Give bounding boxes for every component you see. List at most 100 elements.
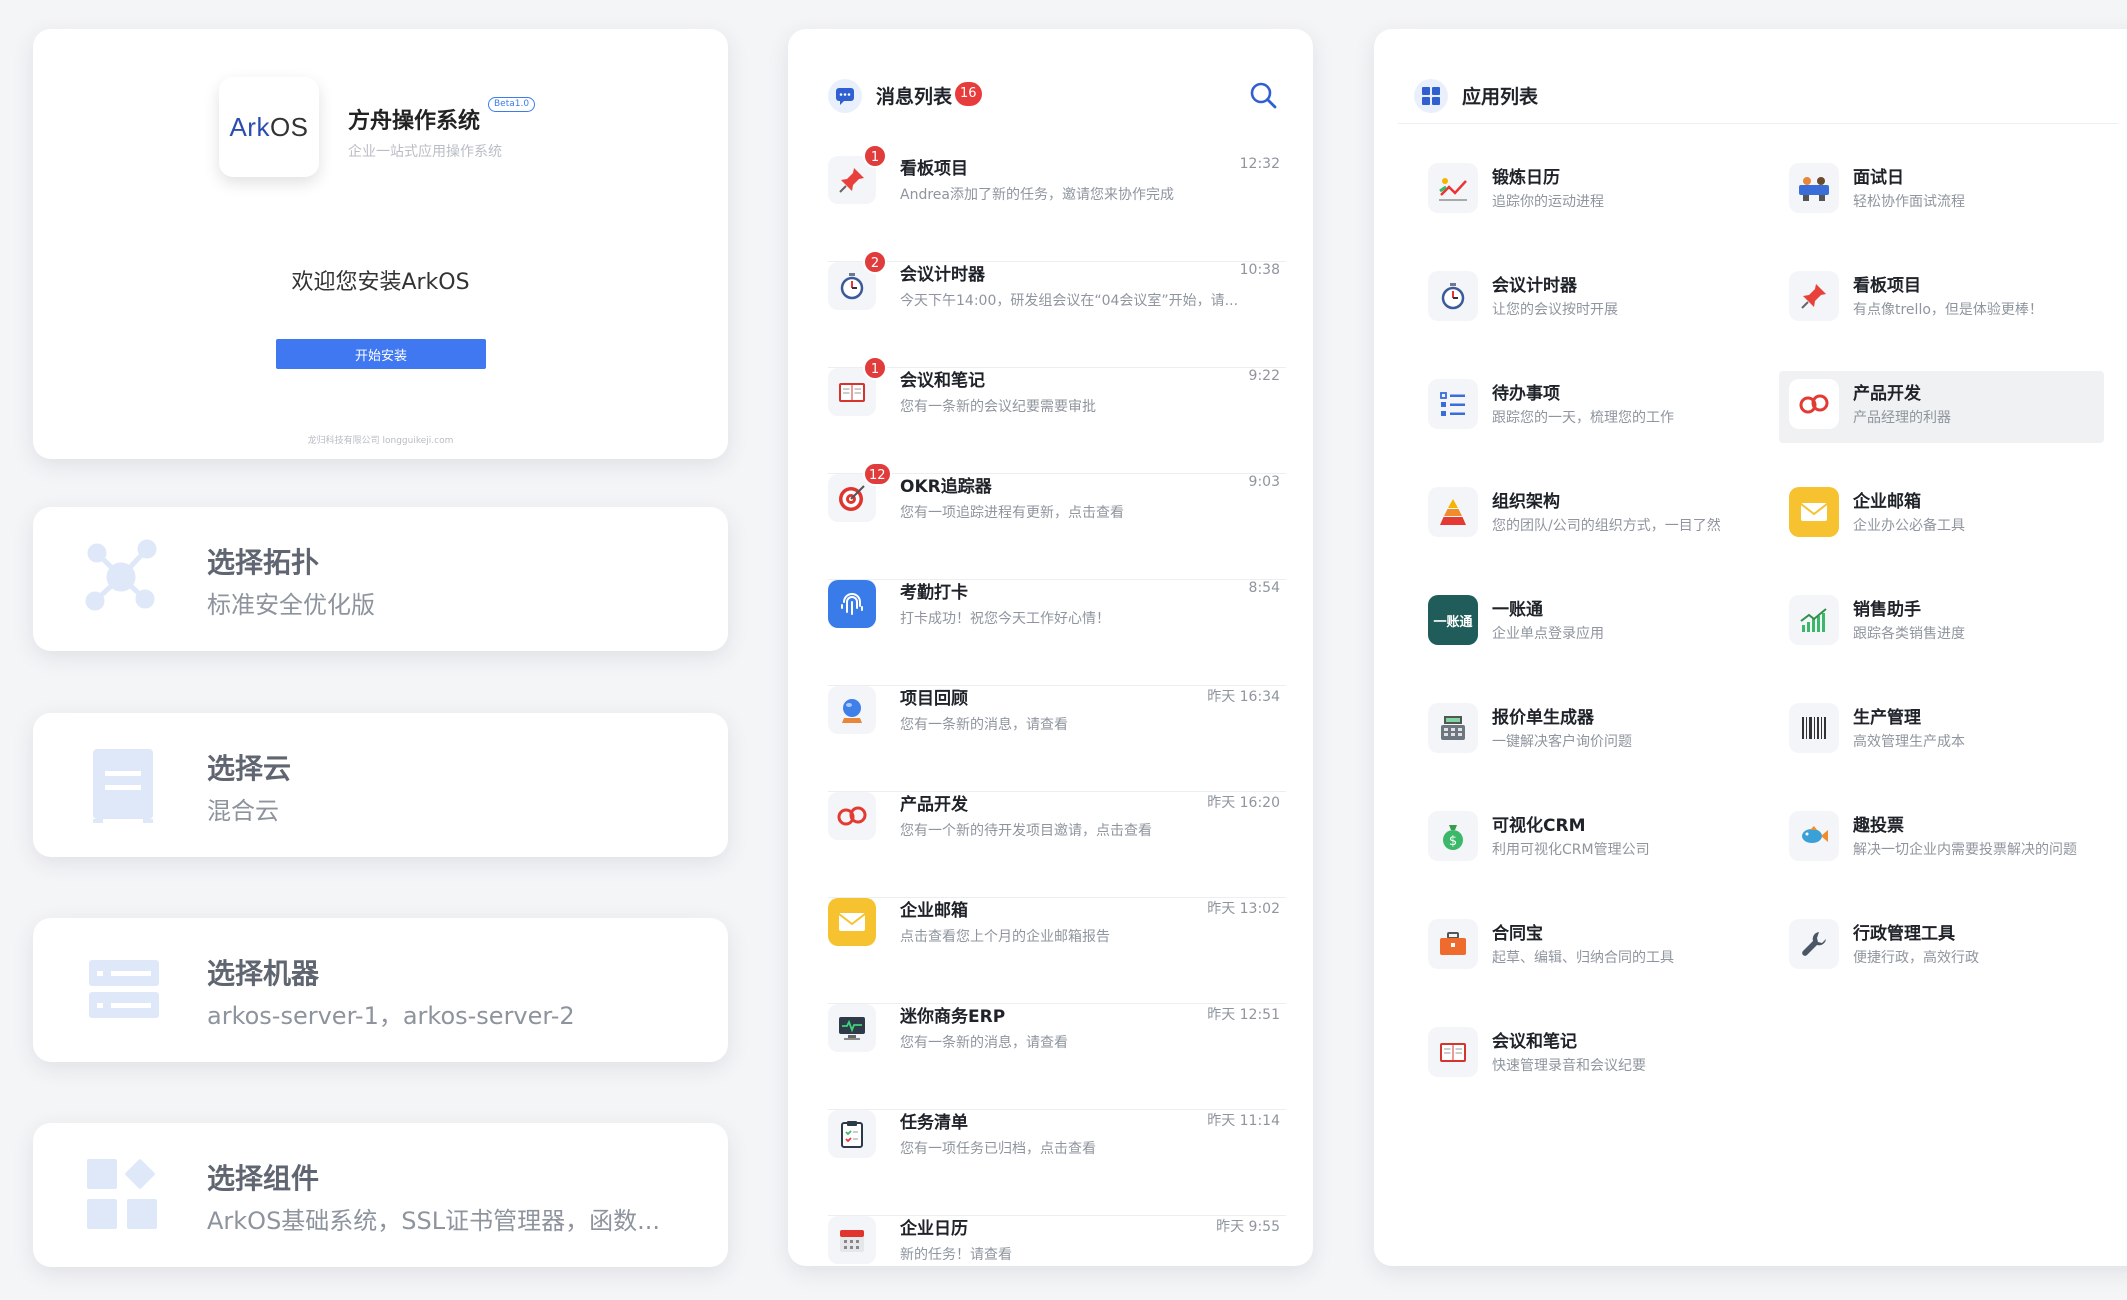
app-desc: 利用可视化CRM管理公司 xyxy=(1492,842,1650,858)
app-item[interactable]: 合同宝 起草、编辑、归纳合同的工具 xyxy=(1418,911,1743,983)
app-desc: 快速管理录音和会议纪要 xyxy=(1492,1058,1646,1074)
calendar-icon xyxy=(828,1216,876,1264)
app-name: 方舟操作系统 xyxy=(348,109,481,134)
app-item[interactable]: 看板项目 有点像trello，但是体验更棒！ xyxy=(1779,263,2104,335)
app-title: 面试日 xyxy=(1853,168,1904,188)
stopwatch-icon xyxy=(1428,271,1478,321)
logo-os-text: OS xyxy=(269,111,309,142)
pin-icon xyxy=(1789,271,1839,321)
app-item[interactable]: 一账通 一账通 企业单点登录应用 xyxy=(1418,587,1743,659)
step-title: 选择组件 xyxy=(207,1162,320,1195)
chat-icon xyxy=(828,79,862,113)
notebook-icon xyxy=(1428,1027,1478,1077)
step-desc: arkos-server-1，arkos-server-2 xyxy=(207,1002,575,1030)
message-item[interactable]: 迷你商务ERP 昨天 12:51 您有一条新的消息，请查看 xyxy=(828,1004,1286,1110)
app-item[interactable]: 生产管理 高效管理生产成本 xyxy=(1779,695,2104,767)
message-item[interactable]: 产品开发 昨天 16:20 您有一个新的待开发项目邀请，点击查看 xyxy=(828,792,1286,898)
money-bag-icon: $ xyxy=(1428,811,1478,861)
app-list-panel: 应用列表 锻炼日历 追踪你的运动进程 面试日 轻松协作面试流程 会议计时器 让您… xyxy=(1374,29,2127,1266)
message-title: 项目回顾 xyxy=(900,689,968,709)
step-desc: ArkOS基础系统，SSL证书管理器，函数... xyxy=(207,1207,661,1235)
message-list-header: 消息列表 16 xyxy=(788,29,1313,127)
svg-text:$: $ xyxy=(1449,834,1457,849)
components-icon xyxy=(87,1159,157,1229)
app-desc: 让您的会议按时开展 xyxy=(1492,302,1618,318)
app-desc: 企业办公必备工具 xyxy=(1853,518,1965,534)
install-card: ArkOS 方舟操作系统 Beta1.0 企业一站式应用操作系统 欢迎您安装Ar… xyxy=(33,29,728,459)
step-select-cloud[interactable]: 选择云 混合云 xyxy=(33,713,728,857)
message-preview: 点击查看您上个月的企业邮箱报告 xyxy=(900,929,1110,945)
message-title: 会议计时器 xyxy=(900,265,985,285)
app-item[interactable]: 组织架构 您的团队/公司的组织方式，一目了然 xyxy=(1418,479,1743,551)
message-preview: 您有一条新的消息，请查看 xyxy=(900,1035,1068,1051)
message-item[interactable]: 任务清单 昨天 11:14 您有一项任务已归档，点击查看 xyxy=(828,1110,1286,1216)
message-item[interactable]: 企业日历 昨天 9:55 新的任务！请查看 xyxy=(828,1216,1286,1266)
message-time: 昨天 13:02 xyxy=(1207,901,1280,917)
message-item[interactable]: 企业邮箱 昨天 13:02 点击查看您上个月的企业邮箱报告 xyxy=(828,898,1286,1004)
start-install-button[interactable]: 开始安装 xyxy=(276,339,486,369)
app-item[interactable]: 报价单生成器 一键解决客户询价问题 xyxy=(1418,695,1743,767)
message-item[interactable]: 考勤打卡 8:54 打卡成功！祝您今天工作好心情！ xyxy=(828,580,1286,686)
app-item[interactable]: 锻炼日历 追踪你的运动进程 xyxy=(1418,155,1743,227)
message-time: 昨天 12:51 xyxy=(1207,1007,1280,1023)
message-item[interactable]: 项目回顾 昨天 16:34 您有一条新的消息，请查看 xyxy=(828,686,1286,792)
app-item[interactable]: 待办事项 跟踪您的一天，梳理您的工作 xyxy=(1418,371,1743,443)
app-item[interactable]: 趣投票 解决一切企业内需要投票解决的问题 xyxy=(1779,803,2104,875)
app-desc: 您的团队/公司的组织方式，一目了然 xyxy=(1492,518,1721,534)
message-time: 9:22 xyxy=(1248,368,1280,384)
message-item[interactable]: 1 会议和笔记 9:22 您有一条新的会议纪要需要审批 xyxy=(828,356,1286,474)
welcome-text: 欢迎您安装ArkOS xyxy=(291,270,470,295)
app-title: 一账通 xyxy=(1492,600,1543,620)
pyramid-icon xyxy=(1428,487,1478,537)
message-item[interactable]: 2 会议计时器 10:38 今天下午14:00，研发组会议在“04会议室”开始，… xyxy=(828,250,1286,368)
app-desc: 企业单点登录应用 xyxy=(1492,626,1604,642)
app-title: 生产管理 xyxy=(1853,708,1921,728)
search-icon[interactable] xyxy=(1246,78,1280,112)
app-item[interactable]: 行政管理工具 便捷行政，高效行政 xyxy=(1779,911,2104,983)
interview-icon xyxy=(1789,163,1839,213)
step-title: 选择机器 xyxy=(207,957,320,990)
message-preview: 新的任务！请查看 xyxy=(900,1247,1012,1263)
message-item[interactable]: 1 看板项目 12:32 Andrea添加了新的任务，邀请您来协作完成 xyxy=(828,144,1286,262)
app-item[interactable]: $ 可视化CRM 利用可视化CRM管理公司 xyxy=(1418,803,1743,875)
topology-icon xyxy=(85,539,157,611)
app-title: 可视化CRM xyxy=(1492,816,1586,836)
monitor-icon xyxy=(828,1004,876,1052)
infinity-icon xyxy=(828,792,876,840)
app-title: 产品开发 xyxy=(1853,384,1921,404)
step-select-topology[interactable]: 选择拓扑 标准安全优化版 xyxy=(33,507,728,651)
step-desc: 混合云 xyxy=(207,797,279,825)
message-list: 1 看板项目 12:32 Andrea添加了新的任务，邀请您来协作完成 2 会议… xyxy=(828,144,1286,1266)
message-time: 昨天 11:14 xyxy=(1207,1113,1280,1129)
step-select-machine[interactable]: 选择机器 arkos-server-1，arkos-server-2 xyxy=(33,918,728,1062)
unread-badge: 1 xyxy=(863,356,887,380)
message-item[interactable]: 12 OKR追踪器 9:03 您有一项追踪进程有更新，点击查看 xyxy=(828,462,1286,580)
app-item[interactable]: 会议和笔记 快速管理录音和会议纪要 xyxy=(1418,1019,1743,1091)
app-title: 锻炼日历 xyxy=(1492,168,1560,188)
app-item[interactable]: 企业邮箱 企业办公必备工具 xyxy=(1779,479,2104,551)
clipboard-icon xyxy=(828,1110,876,1158)
message-time: 10:38 xyxy=(1239,262,1280,278)
logo-ark-text: Ark xyxy=(229,111,270,142)
app-title: 合同宝 xyxy=(1492,924,1543,944)
crystal-ball-icon xyxy=(828,686,876,734)
app-title: 待办事项 xyxy=(1492,384,1560,404)
app-item[interactable]: 产品开发 产品经理的利器 xyxy=(1779,371,2104,443)
message-preview: 打卡成功！祝您今天工作好心情！ xyxy=(900,611,1110,627)
sales-chart-icon xyxy=(1789,595,1839,645)
unread-count-badge: 16 xyxy=(955,82,982,106)
step-select-components[interactable]: 选择组件 ArkOS基础系统，SSL证书管理器，函数... xyxy=(33,1123,728,1267)
app-title: 企业邮箱 xyxy=(1853,492,1921,512)
app-title: 会议和笔记 xyxy=(1492,1032,1577,1052)
app-item[interactable]: 会议计时器 让您的会议按时开展 xyxy=(1418,263,1743,335)
machine-icon xyxy=(89,960,159,1018)
message-time: 9:03 xyxy=(1248,474,1280,490)
app-desc: 便捷行政，高效行政 xyxy=(1853,950,1979,966)
app-item[interactable]: 销售助手 跟踪各类销售进度 xyxy=(1779,587,2104,659)
app-desc: 有点像trello，但是体验更棒！ xyxy=(1853,302,2043,318)
message-preview: 今天下午14:00，研发组会议在“04会议室”开始，请... xyxy=(900,293,1239,309)
app-item[interactable]: 面试日 轻松协作面试流程 xyxy=(1779,155,2104,227)
message-preview: Andrea添加了新的任务，邀请您来协作完成 xyxy=(900,187,1174,203)
message-preview: 您有一项追踪进程有更新，点击查看 xyxy=(900,505,1124,521)
unread-badge: 1 xyxy=(863,144,887,168)
